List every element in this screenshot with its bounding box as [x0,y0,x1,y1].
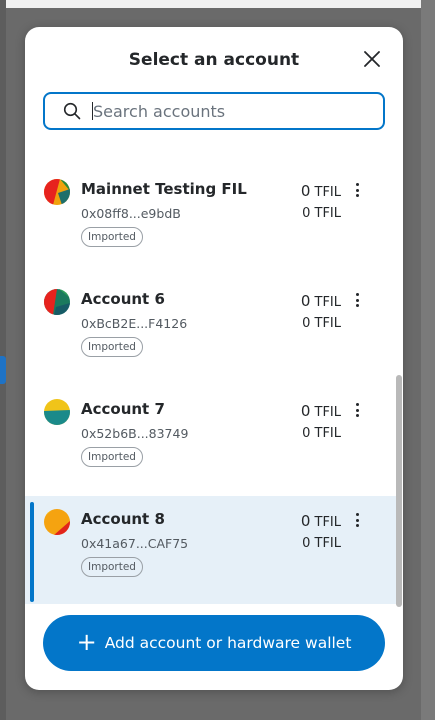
scrollbar-thumb[interactable] [396,375,402,607]
account-secondary-balance: 0 TFIL [302,426,341,441]
account-address: 0x08ff8...e9bdB [81,206,181,221]
balance-unit: TFIL [314,515,342,530]
search-box [43,92,385,130]
account-row-account-7[interactable]: Account 7 0x52b6B...83749 Imported 0 TFI… [25,386,397,494]
jazzicon-icon [44,179,70,205]
balance-unit: TFIL [314,295,342,310]
account-name: Account 7 [81,400,165,418]
kebab-dot-icon [355,188,359,192]
close-button[interactable] [361,48,383,70]
kebab-dot-icon [355,524,359,527]
kebab-dot-icon [355,403,359,406]
account-options-button[interactable] [352,290,362,310]
kebab-dot-icon [355,513,359,516]
balance-unit: TFIL [314,405,342,420]
balance-value: 0 [300,292,311,310]
account-address: 0x52b6B...83749 [81,426,189,441]
selected-indicator [30,502,34,602]
search-icon [63,102,81,120]
account-secondary-balance: 0 TFIL [302,206,341,221]
account-avatar [44,509,70,535]
kebab-dot-icon [355,298,359,302]
kebab-dot-icon [355,304,359,307]
account-address: 0x41a67...CAF75 [81,536,189,551]
kebab-dot-icon [355,183,359,186]
balance-value: 0 [300,182,311,200]
account-avatar [44,399,70,425]
balance-unit: TFIL [314,185,342,200]
account-row-mainnet-testing-fil[interactable]: Mainnet Testing FIL 0x08ff8...e9bdB Impo… [25,166,397,274]
kebab-dot-icon [355,414,359,417]
jazzicon-icon [44,289,70,315]
account-list: Mainnet Testing FIL 0x08ff8...e9bdB Impo… [25,142,403,612]
account-address: 0xBcB2E...F4126 [81,316,188,331]
account-secondary-balance: 0 TFIL [302,316,341,331]
background-page-top [0,0,435,8]
modal-header: Select an account [25,27,403,89]
add-account-label: Add account or hardware wallet [104,634,352,652]
account-balance: 0 TFIL [301,292,341,310]
account-avatar [44,179,70,205]
imported-badge: Imported [81,557,143,577]
account-options-button[interactable] [352,510,362,530]
kebab-dot-icon [355,518,359,522]
account-avatar [44,289,70,315]
account-row-account-8[interactable]: Account 8 0x41a67...CAF75 Imported 0 TFI… [25,496,397,604]
text-caret [92,102,93,120]
account-name: Account 6 [81,290,165,308]
account-name: Account 8 [81,510,165,528]
kebab-dot-icon [355,194,359,197]
modal-title: Select an account [128,50,300,70]
add-account-button[interactable]: + Add account or hardware wallet [43,615,385,671]
account-balance: 0 TFIL [301,512,341,530]
jazzicon-icon [44,399,70,425]
plus-icon: + [76,628,97,656]
account-options-button[interactable] [352,400,362,420]
account-options-button[interactable] [352,180,362,200]
background-page-right [421,0,435,720]
account-balance: 0 TFIL [301,182,341,200]
account-name: Mainnet Testing FIL [81,180,247,198]
account-balance: 0 TFIL [301,402,341,420]
imported-badge: Imported [81,447,143,467]
jazzicon-icon [44,509,70,535]
close-icon [364,51,380,67]
account-secondary-balance: 0 TFIL [302,536,341,551]
account-row-account-6[interactable]: Account 6 0xBcB2E...F4126 Imported 0 TFI… [25,276,397,384]
kebab-dot-icon [355,293,359,296]
balance-value: 0 [300,512,311,530]
balance-value: 0 [300,402,311,420]
background-page-tab-mark [0,356,6,384]
account-selector-modal: Select an account Mainnet [25,27,403,690]
imported-badge: Imported [81,227,143,247]
account-list-scrollbar[interactable] [396,157,402,627]
imported-badge: Imported [81,337,143,357]
kebab-dot-icon [355,408,359,412]
search-input[interactable] [91,100,383,122]
